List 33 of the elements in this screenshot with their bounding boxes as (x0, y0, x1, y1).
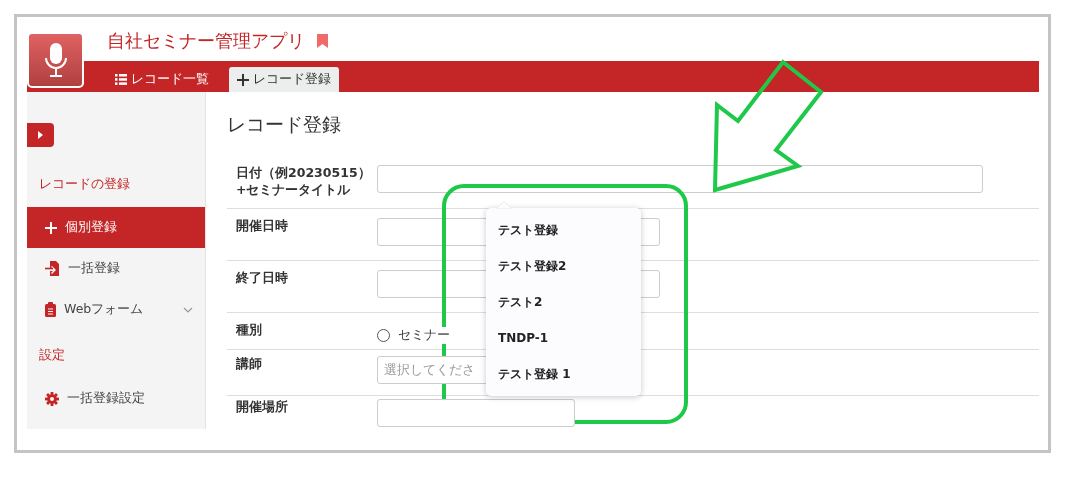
dropdown-option[interactable]: テスト登録2 (486, 248, 641, 284)
select-field[interactable] (377, 398, 575, 427)
sidebar-item[interactable]: 個別登録 (27, 207, 205, 248)
clipboard-icon (45, 302, 56, 317)
plus-icon (237, 73, 249, 86)
app-title: 自社セミナー管理アプリ (107, 30, 305, 53)
plus-icon (45, 221, 57, 234)
settings-icon (45, 391, 59, 406)
sidebar-toggle[interactable] (27, 123, 54, 147)
field-label: 開催場所 (235, 398, 289, 416)
field-label: 開催日時 (235, 217, 289, 235)
text-field[interactable] (377, 165, 983, 193)
sidebar-section-title: レコードの登録 (38, 175, 131, 193)
field-label: 日付（例20230515） +セミナータイトル (235, 165, 372, 199)
sidebar-item[interactable]: 一括登録設定 (27, 378, 205, 419)
field-label: 種別 (235, 321, 263, 339)
field-label: 講師 (235, 355, 263, 373)
sidebar-item[interactable]: 一括登録 (27, 248, 205, 289)
caret-right-icon (38, 131, 43, 139)
bookmark-icon[interactable] (317, 34, 328, 48)
dropdown-option[interactable]: TNDP-1 (486, 320, 641, 356)
nav-tab[interactable]: レコード登録 (229, 67, 339, 92)
sidebar-item[interactable]: Webフォーム (27, 289, 205, 330)
field-label: 終了日時 (235, 269, 289, 287)
page-heading: レコード登録 (227, 112, 342, 137)
dropdown-option[interactable]: テスト登録 (486, 212, 641, 248)
nav-tab[interactable]: レコード一覧 (107, 67, 217, 92)
microphone-logo (27, 32, 84, 88)
list-icon (115, 74, 127, 85)
radio-label: セミナー (398, 326, 450, 344)
dropdown-option[interactable]: テスト2 (486, 284, 641, 320)
file-import-icon (45, 261, 60, 276)
sidebar-section-title: 設定 (38, 346, 66, 364)
